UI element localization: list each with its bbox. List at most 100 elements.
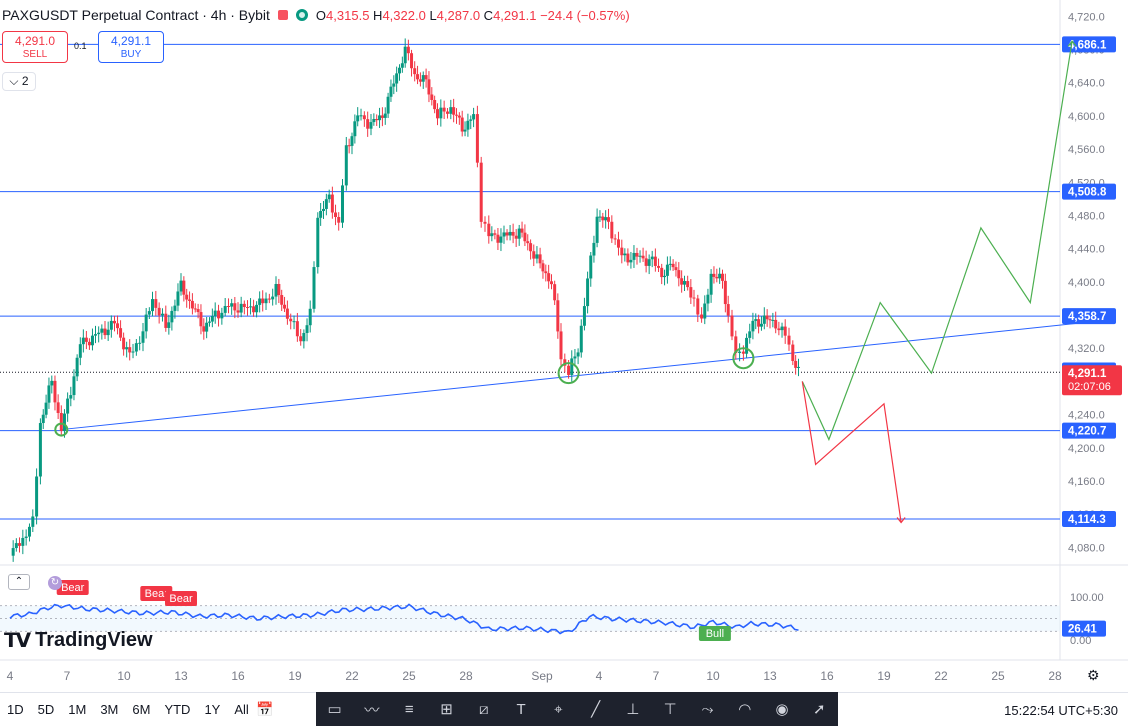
candle-body [302,332,306,342]
candle-body [644,258,648,266]
candle-body [541,263,545,272]
rectangle-icon[interactable]: ▭ [323,700,347,718]
candle-body [299,336,303,342]
candle-body [97,332,101,335]
y-tick-label: 4,200.0 [1068,443,1105,455]
candle-body [721,273,724,281]
candle-body [668,263,672,265]
chart-header: PAXGUSDT Perpetual Contract · 4h · Bybit… [2,5,630,25]
candle-body [316,217,320,268]
candle-body [147,311,151,315]
candle-body [517,228,521,239]
timeframe-1y[interactable]: 1Y [197,702,227,717]
tradingview-logo[interactable]: 𝗧𝗩 TradingView [4,628,153,653]
clock[interactable]: 15:22:54 UTC+5:30 [1004,703,1118,718]
pin-icon[interactable]: ⌖ [546,701,570,718]
curve-icon[interactable]: ◠ [733,700,757,718]
line-icon[interactable]: ╱ [584,700,608,718]
calendar-icon[interactable]: 📅 [256,701,273,718]
text-icon[interactable]: T [509,701,533,718]
timeframe-ytd[interactable]: YTD [157,702,197,717]
candle-body [499,236,503,243]
candle-body [31,516,35,527]
candle-body [556,300,560,332]
candle-body [466,120,470,130]
brand-name: TradingView [35,629,153,651]
candle-body [190,300,194,309]
candle-body [50,380,54,386]
candle-body [78,344,82,358]
candle-body [689,287,693,298]
candle-body [508,231,512,236]
y-tick-label: 4,640.0 [1068,78,1105,90]
candle-body [745,337,749,354]
candle-body [210,316,214,322]
candle-body [38,423,42,477]
tv-mark-icon: 𝗧𝗩 [4,630,31,652]
candle-body [395,73,399,84]
candle-body [712,273,716,277]
candle-body [179,280,183,292]
fib-icon[interactable]: ≡ [397,701,421,718]
candle-body [66,398,70,414]
candle-body [359,115,363,117]
candle-body [116,323,120,329]
candle-body [629,259,633,263]
candle-body [122,337,126,350]
timeframe-6m[interactable]: 6M [125,702,157,717]
candle-body [683,281,686,285]
candle-body [11,548,15,556]
eye-icon[interactable]: ◉ [770,700,794,718]
price-chart[interactable]: 4,720.04,680.04,640.04,600.04,560.04,520… [0,0,1128,692]
candle-body [403,46,407,64]
symbol-title[interactable]: PAXGUSDT Perpetual Contract · 4h · Bybit [2,7,270,23]
candle-body [479,162,483,222]
buy-price: 4,291.1 [110,34,152,48]
candle-body [505,232,509,236]
sell-button[interactable]: 4,291.0 SELL [2,31,68,63]
indicators-collapse-button[interactable]: ⌵ 2 [2,72,36,91]
ruler-icon[interactable]: ⊞ [434,700,458,718]
brush-icon[interactable]: 〰 [360,699,384,720]
candle-body [196,309,200,313]
candle-body [400,63,404,68]
candle-body [188,299,192,301]
candle-body [576,352,580,357]
y-tick-label: 4,080.0 [1068,542,1105,554]
candle-body [217,310,221,319]
arrow-icon[interactable]: ➚ [807,700,831,718]
candle-body [337,217,341,223]
candle-body [589,255,593,279]
candle-body [757,319,761,327]
gann-icon[interactable]: ⧄ [472,701,496,718]
pane-collapse-button[interactable]: ⌃ [8,574,30,590]
buy-button[interactable]: 4,291.1 BUY [98,31,164,63]
candle-body [239,303,243,313]
trendline [61,321,1094,431]
candle-body [344,145,348,186]
candle-body [75,357,79,377]
candle-body [233,303,237,311]
path-icon[interactable]: ⤳ [695,701,719,718]
refresh-icon[interactable]: ↻ [48,576,62,590]
short-position-icon[interactable]: ⊤ [658,700,682,718]
candle-body [613,238,617,240]
timeframe-1m[interactable]: 1M [61,702,93,717]
candle-body [44,402,48,415]
candle-body [277,283,281,296]
timeframe-1d[interactable]: 1D [0,702,31,717]
timeframe-3m[interactable]: 3M [93,702,125,717]
candle-body [638,255,642,257]
candle-body [160,313,164,316]
timeframe-5d[interactable]: 5D [31,702,62,717]
x-tick-label: 22 [345,669,359,683]
candle-body [366,119,370,129]
timeframe-all[interactable]: All [227,702,255,717]
level-price-label: 4,358.7 [1068,311,1106,323]
candle-body [520,228,524,233]
long-position-icon[interactable]: ⊥ [621,700,645,718]
x-tick-label: 28 [1048,669,1062,683]
settings-gear-icon[interactable]: ⚙ [1087,667,1100,684]
osc-value-label: 26.41 [1068,624,1097,636]
candle-body [21,537,25,546]
